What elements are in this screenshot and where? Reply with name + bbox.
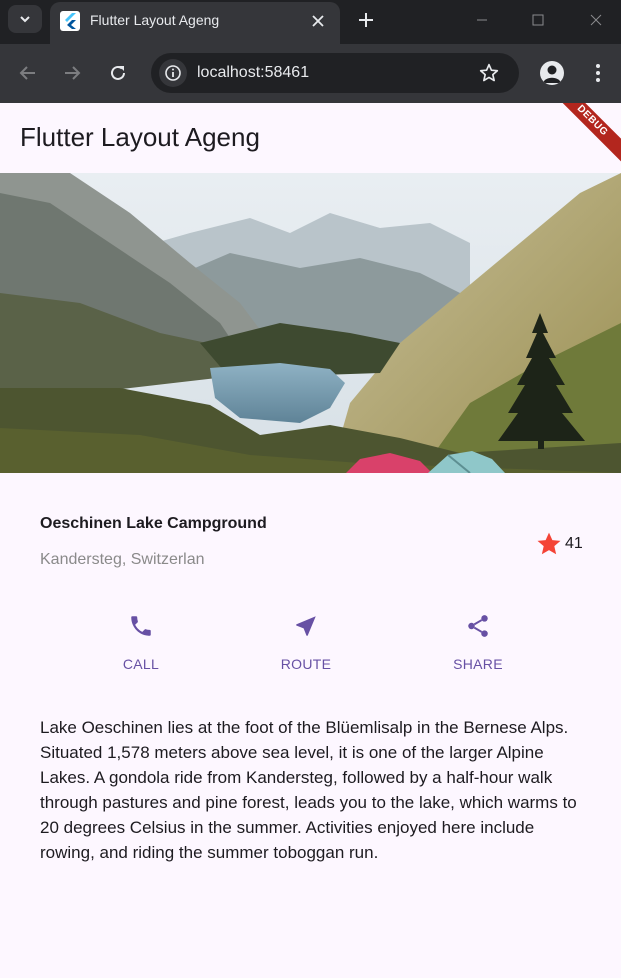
share-icon <box>468 615 488 637</box>
chevron-down-icon <box>20 16 30 23</box>
star-icon[interactable] <box>536 531 562 557</box>
route-label: ROUTE <box>280 656 332 672</box>
account-icon <box>543 65 561 83</box>
close-icon <box>312 15 324 27</box>
text-section: Lake Oeschinen lies at the foot of the B… <box>40 718 577 862</box>
reload-icon <box>111 65 125 80</box>
window-close-button[interactable] <box>581 8 611 32</box>
browser-toolbar: localhost:58461 <box>0 44 621 103</box>
browser-menu-button[interactable] <box>586 61 610 85</box>
place-name: Oeschinen Lake Campground <box>40 515 267 532</box>
minimize-icon <box>477 19 487 21</box>
maximize-icon <box>532 14 544 26</box>
share-button[interactable]: SHARE <box>433 613 523 673</box>
tab-title: Flutter Layout Ageng <box>90 12 220 28</box>
arrow-right-icon <box>65 66 81 80</box>
app-bar: Flutter Layout Ageng <box>0 103 621 173</box>
call-label: CALL <box>122 656 160 672</box>
reload-button[interactable] <box>106 61 130 85</box>
call-button[interactable]: CALL <box>96 613 186 673</box>
maximize-button[interactable] <box>523 8 553 32</box>
arrow-left-icon <box>19 66 35 80</box>
near-me-icon <box>296 616 316 636</box>
browser-tab[interactable]: Flutter Layout Ageng <box>50 2 340 44</box>
close-icon <box>590 14 602 26</box>
title-section: Oeschinen Lake Campground Kandersteg, Sw… <box>40 515 585 575</box>
bookmark-button[interactable] <box>477 61 501 85</box>
minimize-button[interactable] <box>467 8 497 32</box>
plus-icon <box>359 13 373 27</box>
star-count: 41 <box>565 535 583 552</box>
profile-button[interactable] <box>540 61 564 85</box>
button-section: CALL ROUTE SHARE <box>0 613 621 673</box>
url-text[interactable]: localhost:58461 <box>197 64 309 82</box>
star-outline-icon <box>479 63 499 82</box>
forward-button[interactable] <box>60 61 84 85</box>
back-button[interactable] <box>16 61 40 85</box>
page-title: Flutter Layout Ageng <box>20 122 260 152</box>
more-vert-icon <box>596 64 600 82</box>
tab-search-button[interactable] <box>8 5 42 33</box>
phone-icon <box>131 616 151 636</box>
route-button[interactable]: ROUTE <box>261 613 351 673</box>
lake-photo <box>0 173 621 473</box>
tab-close-button[interactable] <box>308 11 328 31</box>
place-location: Kandersteg, Switzerlan <box>40 551 205 568</box>
new-tab-button[interactable] <box>354 8 378 32</box>
flutter-logo-icon <box>60 11 80 31</box>
flutter-app: Flutter Layout Ageng DEBUG Oeschinen Lak… <box>0 103 621 978</box>
site-info-button[interactable] <box>159 59 187 87</box>
address-bar[interactable]: localhost:58461 <box>151 53 519 93</box>
share-label: SHARE <box>453 656 503 672</box>
browser-tab-bar: Flutter Layout Ageng <box>0 0 621 44</box>
info-icon <box>165 65 181 81</box>
